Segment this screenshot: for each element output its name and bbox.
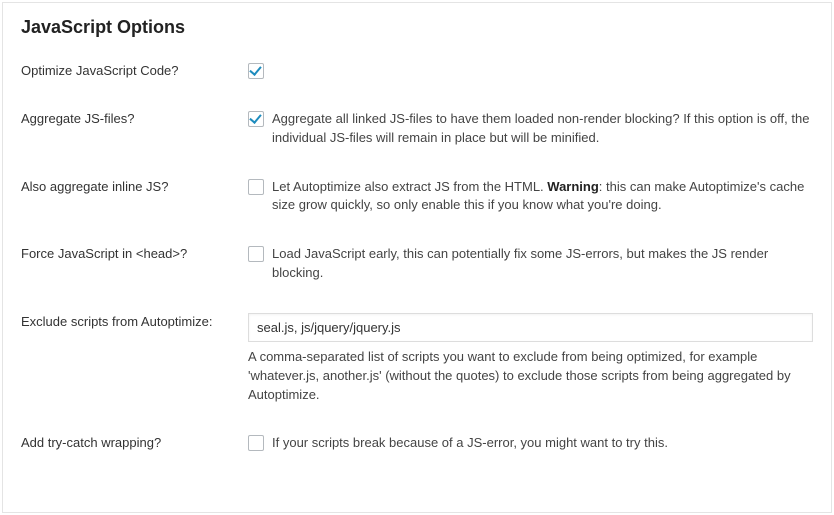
desc-inline-bold: Warning xyxy=(547,179,599,194)
desc-inline-prefix: Let Autoptimize also extract JS from the… xyxy=(272,179,547,194)
content-aggregate-js: Aggregate all linked JS-files to have th… xyxy=(248,110,813,148)
row-aggregate-js: Aggregate JS-files? Aggregate all linked… xyxy=(21,110,813,148)
desc-force-head: Load JavaScript early, this can potentia… xyxy=(272,245,813,283)
row-trycatch: Add try-catch wrapping? If your scripts … xyxy=(21,434,813,453)
desc-aggregate-js: Aggregate all linked JS-files to have th… xyxy=(272,110,813,148)
desc-inline-js: Let Autoptimize also extract JS from the… xyxy=(272,178,813,216)
label-aggregate-js: Aggregate JS-files? xyxy=(21,110,248,128)
javascript-options-panel: JavaScript Options Optimize JavaScript C… xyxy=(2,2,832,513)
checkbox-trycatch[interactable] xyxy=(248,435,264,451)
panel-title: JavaScript Options xyxy=(21,17,813,38)
content-force-head: Load JavaScript early, this can potentia… xyxy=(248,245,813,283)
label-exclude-scripts: Exclude scripts from Autoptimize: xyxy=(21,313,248,331)
content-inline-js: Let Autoptimize also extract JS from the… xyxy=(248,178,813,216)
label-inline-js: Also aggregate inline JS? xyxy=(21,178,248,196)
checkbox-line-inline: Let Autoptimize also extract JS from the… xyxy=(248,178,813,216)
checkbox-optimize-js[interactable] xyxy=(248,63,264,79)
label-trycatch: Add try-catch wrapping? xyxy=(21,434,248,452)
label-force-head: Force JavaScript in <head>? xyxy=(21,245,248,263)
row-optimize-js: Optimize JavaScript Code? xyxy=(21,62,813,80)
checkbox-line-aggregate: Aggregate all linked JS-files to have th… xyxy=(248,110,813,148)
checkbox-line-optimize xyxy=(248,62,813,79)
row-exclude-scripts: Exclude scripts from Autoptimize: A comm… xyxy=(21,313,813,405)
checkbox-aggregate-js[interactable] xyxy=(248,111,264,127)
help-exclude-scripts: A comma-separated list of scripts you wa… xyxy=(248,348,813,405)
content-exclude-scripts: A comma-separated list of scripts you wa… xyxy=(248,313,813,405)
input-exclude-scripts[interactable] xyxy=(248,313,813,342)
row-force-head: Force JavaScript in <head>? Load JavaScr… xyxy=(21,245,813,283)
content-optimize-js xyxy=(248,62,813,79)
desc-trycatch: If your scripts break because of a JS-er… xyxy=(272,434,668,453)
checkbox-line-trycatch: If your scripts break because of a JS-er… xyxy=(248,434,813,453)
checkbox-line-forcehead: Load JavaScript early, this can potentia… xyxy=(248,245,813,283)
content-trycatch: If your scripts break because of a JS-er… xyxy=(248,434,813,453)
label-optimize-js: Optimize JavaScript Code? xyxy=(21,62,248,80)
row-inline-js: Also aggregate inline JS? Let Autoptimiz… xyxy=(21,178,813,216)
checkbox-force-head[interactable] xyxy=(248,246,264,262)
checkbox-inline-js[interactable] xyxy=(248,179,264,195)
